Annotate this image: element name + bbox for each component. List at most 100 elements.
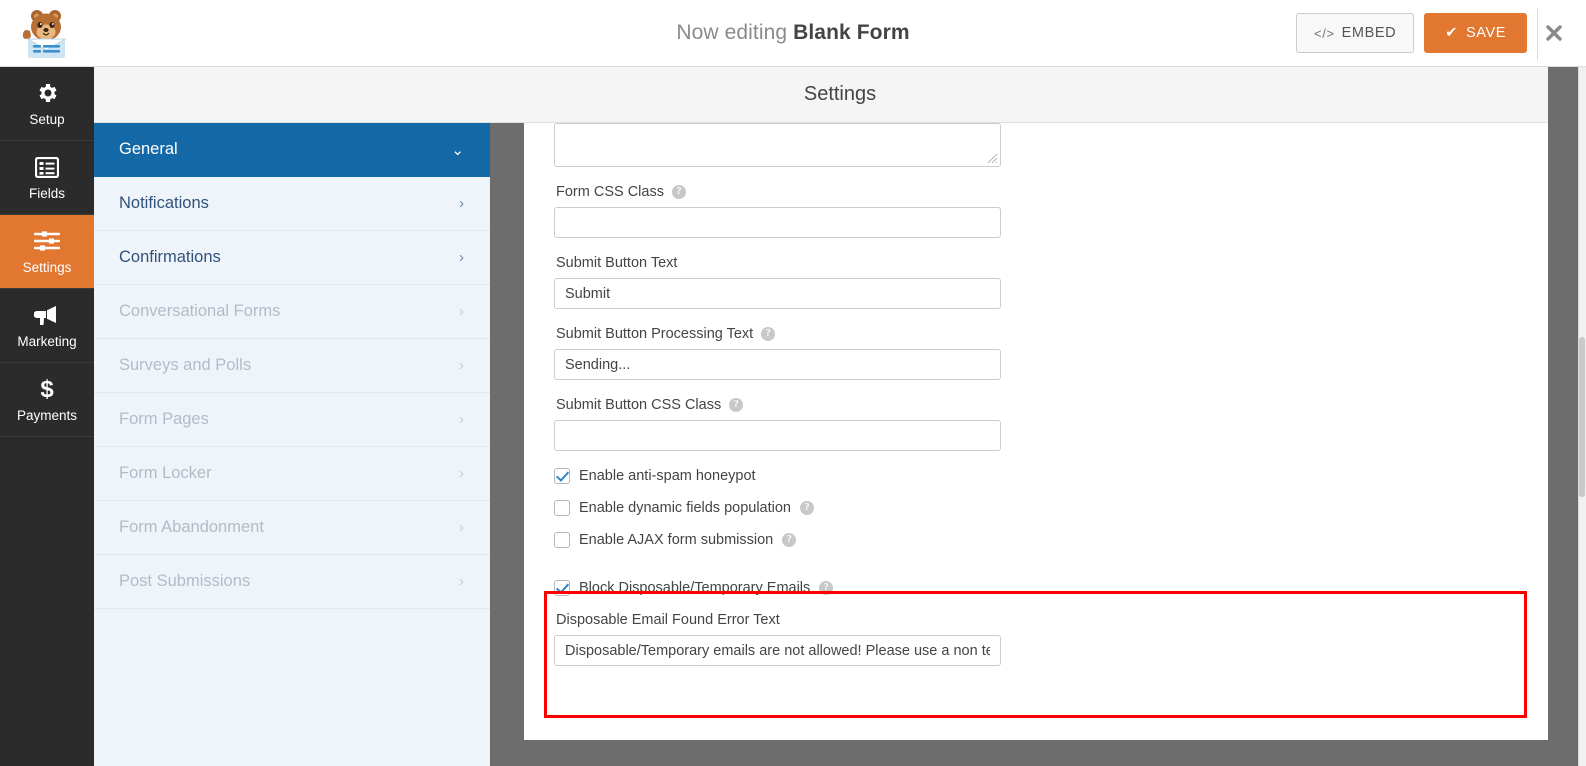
submit-button-processing-text-input[interactable]: [554, 349, 1001, 380]
form-css-class-label: Form CSS Class ?: [556, 184, 1518, 200]
help-icon[interactable]: ?: [782, 533, 797, 547]
help-icon[interactable]: ?: [819, 581, 834, 595]
divider: [1537, 8, 1538, 60]
close-button[interactable]: [1542, 21, 1566, 45]
nav-item-conversational-forms: Conversational Forms ›: [94, 285, 490, 339]
resize-handle-icon[interactable]: [987, 153, 998, 164]
sidebar-item-label: Setup: [29, 112, 65, 127]
save-button[interactable]: ✔ SAVE: [1424, 13, 1527, 53]
form-builder-window: Now editing Blank Form </> EMBED ✔ SAVE: [0, 0, 1586, 766]
nav-item-confirmations[interactable]: Confirmations ›: [94, 231, 490, 285]
sidebar-item-payments[interactable]: $ Payments: [0, 363, 94, 437]
editing-prefix: Now editing: [676, 21, 794, 44]
nav-item-label: Form Locker: [119, 464, 212, 482]
disposable-email-error-text-label: Disposable Email Found Error Text: [556, 612, 1518, 628]
form-description-textarea[interactable]: [554, 123, 1001, 167]
help-icon[interactable]: ?: [729, 398, 744, 412]
block-disposable-emails-row[interactable]: Block Disposable/Temporary Emails ?: [554, 580, 1518, 596]
help-icon[interactable]: ?: [800, 501, 814, 515]
save-button-label: SAVE: [1465, 25, 1506, 41]
chevron-right-icon: ›: [459, 519, 464, 536]
nav-item-form-abandonment: Form Abandonment ›: [94, 501, 490, 555]
top-bar: Now editing Blank Form </> EMBED ✔ SAVE: [0, 0, 1586, 67]
form-css-class-field: Form CSS Class ?: [554, 184, 1518, 238]
help-icon[interactable]: ?: [761, 327, 776, 341]
sidebar-item-marketing[interactable]: Marketing: [0, 289, 94, 363]
nav-item-form-pages: Form Pages ›: [94, 393, 490, 447]
help-icon[interactable]: ?: [671, 185, 686, 199]
embed-button-label: EMBED: [1341, 25, 1397, 41]
nav-item-label: Surveys and Polls: [119, 356, 252, 374]
sidebar-item-settings[interactable]: Settings: [0, 215, 94, 289]
code-icon: </>: [1314, 25, 1335, 41]
anti-spam-honeypot-row[interactable]: Enable anti-spam honeypot: [554, 468, 1518, 484]
submit-button-css-class-label: Submit Button CSS Class ?: [556, 397, 1518, 413]
embed-button[interactable]: </> EMBED: [1296, 13, 1415, 53]
nav-item-label: Form Pages: [119, 410, 209, 428]
overlay-backdrop-left: [490, 123, 524, 766]
submit-button-text-field: Submit Button Text: [554, 255, 1518, 309]
gear-icon: [35, 80, 59, 106]
form-description-field: [554, 123, 1518, 167]
svg-text:$: $: [40, 376, 54, 402]
chevron-right-icon: ›: [459, 249, 464, 266]
submit-button-processing-text-label: Submit Button Processing Text ?: [556, 326, 1518, 342]
scrollbar-thumb[interactable]: [1579, 337, 1585, 497]
sidebar-item-setup[interactable]: Setup: [0, 67, 94, 141]
nav-item-label: Form Abandonment: [119, 518, 264, 536]
submit-button-text-input[interactable]: [554, 278, 1001, 309]
submit-button-css-class-input[interactable]: [554, 420, 1001, 451]
form-name: Blank Form: [793, 21, 910, 44]
form-css-class-input[interactable]: [554, 207, 1001, 238]
sliders-icon: [34, 228, 60, 254]
close-icon: [1546, 25, 1562, 41]
sidebar-item-fields[interactable]: Fields: [0, 141, 94, 215]
chevron-down-icon: ⌄: [451, 141, 464, 159]
disposable-email-error-text-field: Disposable Email Found Error Text: [554, 612, 1518, 666]
sidebar-item-label: Marketing: [17, 334, 77, 349]
dollar-icon: $: [38, 376, 56, 402]
label-text: Form CSS Class: [556, 184, 664, 200]
general-settings-panel: Form CSS Class ? Submit Button Text Subm…: [524, 123, 1548, 740]
nav-item-surveys-and-polls: Surveys and Polls ›: [94, 339, 490, 393]
nav-item-label: General: [119, 140, 178, 158]
nav-item-form-locker: Form Locker ›: [94, 447, 490, 501]
label-text: Submit Button CSS Class: [556, 397, 722, 413]
anti-spam-honeypot-label: Enable anti-spam honeypot: [579, 468, 756, 484]
settings-title-text: Settings: [803, 83, 877, 105]
wpforms-bear-logo[interactable]: [0, 0, 94, 67]
disposable-email-error-text-input[interactable]: [554, 635, 1001, 666]
ajax-form-submission-label: Enable AJAX form submission: [579, 532, 774, 548]
chevron-right-icon: ›: [459, 465, 464, 482]
nav-item-notifications[interactable]: Notifications ›: [94, 177, 490, 231]
overlay-backdrop-right: [1548, 67, 1578, 766]
chevron-right-icon: ›: [459, 303, 464, 320]
anti-spam-honeypot-checkbox[interactable]: [554, 468, 570, 484]
nav-item-label: Conversational Forms: [119, 302, 281, 320]
dynamic-fields-population-label: Enable dynamic fields population: [579, 500, 791, 516]
label-text: Submit Button Processing Text: [556, 326, 754, 342]
submit-button-css-class-field: Submit Button CSS Class ?: [554, 397, 1518, 451]
sidebar-item-label: Settings: [22, 260, 72, 275]
ajax-form-submission-row[interactable]: Enable AJAX form submission ?: [554, 532, 1518, 548]
nav-item-label: Post Submissions: [119, 572, 251, 590]
chevron-right-icon: ›: [459, 411, 464, 428]
settings-nav-list: General ⌄ Notifications › Confirmations …: [94, 123, 490, 766]
page-scrollbar[interactable]: [1578, 67, 1586, 766]
submit-button-text-label: Submit Button Text: [556, 255, 1518, 271]
nav-item-general[interactable]: General ⌄: [94, 123, 490, 177]
list-icon: [35, 154, 59, 180]
dynamic-fields-population-checkbox[interactable]: [554, 500, 570, 516]
top-actions: </> EMBED ✔ SAVE: [1296, 13, 1527, 53]
chevron-right-icon: ›: [459, 195, 464, 212]
nav-item-label: Notifications: [119, 194, 209, 212]
nav-item-label: Confirmations: [119, 248, 221, 266]
block-disposable-emails-label: Block Disposable/Temporary Emails: [579, 580, 811, 596]
block-disposable-emails-checkbox[interactable]: [554, 580, 570, 596]
dynamic-fields-population-row[interactable]: Enable dynamic fields population ?: [554, 500, 1518, 516]
settings-panel-title: Settings: [94, 67, 1586, 123]
ajax-form-submission-checkbox[interactable]: [554, 532, 570, 548]
nav-item-post-submissions: Post Submissions ›: [94, 555, 490, 609]
submit-button-processing-text-field: Submit Button Processing Text ?: [554, 326, 1518, 380]
left-icon-rail: Setup Fields Settings Marketing $ Paymen…: [0, 67, 94, 766]
